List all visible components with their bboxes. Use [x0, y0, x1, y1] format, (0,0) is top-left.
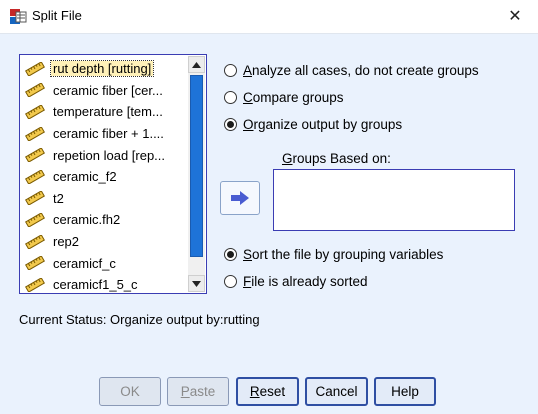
scroll-down-arrow-icon[interactable] — [188, 275, 205, 292]
variable-list-item[interactable]: rep2 — [21, 231, 187, 253]
help-button[interactable]: Help — [374, 377, 436, 406]
radio-button[interactable] — [224, 64, 237, 77]
radio-file-already-sorted[interactable]: File is already sorted — [224, 274, 368, 289]
scroll-thumb[interactable] — [190, 75, 203, 257]
variable-label: ceramic.fh2 — [53, 212, 121, 228]
radio-label: rganize output by groups — [253, 117, 403, 132]
radio-hotkey: O — [243, 117, 254, 132]
radio-button[interactable] — [224, 91, 237, 104]
variable-label: rut depth [rutting] — [49, 60, 155, 78]
variable-list-item[interactable]: ceramic fiber [cer... — [21, 80, 187, 102]
ruler-scale-icon — [25, 233, 45, 250]
variable-list[interactable]: rut depth [rutting] ceramic fiber [cer...… — [19, 54, 207, 294]
radio-button[interactable] — [224, 248, 237, 261]
ruler-scale-icon — [25, 104, 45, 120]
ok-button[interactable]: OK — [99, 377, 161, 406]
ruler-scale-icon — [25, 61, 45, 77]
radio-label: ort the file by grouping variables — [252, 247, 444, 262]
variable-label: ceramic fiber + 1.... — [53, 126, 164, 142]
variable-label: temperature [tem... — [53, 104, 163, 120]
radio-hotkey: S — [243, 247, 253, 262]
variable-label: ceramic fiber [cer... — [53, 82, 163, 98]
window-title: Split File — [32, 8, 82, 23]
groups-based-on-list[interactable] — [273, 169, 515, 231]
ruler-scale-icon — [25, 255, 45, 271]
dialog-body: rut depth [rutting] ceramic fiber [cer...… — [0, 33, 538, 414]
ruler-scale-icon — [25, 82, 45, 99]
variable-list-item[interactable]: ceramicf_c — [21, 252, 187, 274]
variable-list-item[interactable]: ceramic fiber + 1.... — [21, 123, 187, 145]
variable-label: ceramicf1_5_c — [53, 277, 138, 292]
variable-label: ceramic_f2 — [53, 169, 117, 185]
radio-label: nalyze all cases, do not create groups — [252, 63, 479, 78]
groups-based-on-label: Groups Based on: — [282, 151, 391, 166]
radio-analyze-all-cases[interactable]: Analyze all cases, do not create groups — [224, 63, 479, 78]
variable-list-items: rut depth [rutting] ceramic fiber [cer...… — [21, 58, 187, 292]
radio-hotkey: C — [243, 90, 253, 105]
radio-label: ompare groups — [252, 90, 344, 105]
variable-list-item[interactable]: temperature [tem... — [21, 101, 187, 123]
scroll-up-arrow-icon[interactable] — [188, 56, 205, 73]
groups-hotkey: G — [282, 151, 293, 166]
variable-list-scrollbar[interactable] — [188, 56, 205, 292]
variable-list-item[interactable]: ceramic.fh2 — [21, 209, 187, 231]
variable-label: rep2 — [53, 234, 80, 250]
right-arrow-icon — [231, 191, 249, 205]
cancel-button[interactable]: Cancel — [305, 377, 368, 406]
ruler-scale-icon — [25, 212, 45, 228]
paste-button[interactable]: Paste — [167, 377, 229, 406]
variable-label: ceramicf_c — [53, 255, 116, 271]
split-file-icon — [9, 8, 27, 25]
radio-hotkey: A — [243, 63, 253, 78]
variable-label: repetion load [rep... — [53, 147, 166, 163]
radio-sort-file[interactable]: Sort the file by grouping variables — [224, 247, 443, 262]
radio-button[interactable] — [224, 118, 237, 131]
variable-list-item[interactable]: t2 — [21, 188, 187, 210]
radio-organize-output[interactable]: Organize output by groups — [224, 117, 402, 132]
ruler-scale-icon — [25, 147, 45, 163]
radio-hotkey: F — [243, 274, 252, 289]
move-variable-button[interactable] — [220, 181, 260, 215]
radio-label: ile is already sorted — [251, 274, 368, 289]
ruler-scale-icon — [25, 125, 45, 142]
ruler-scale-icon — [25, 168, 45, 185]
variable-list-item[interactable]: rut depth [rutting] — [21, 58, 187, 80]
variable-list-item[interactable]: ceramicf1_5_c — [21, 274, 187, 292]
title-bar: Split File ✕ — [0, 0, 538, 33]
ruler-scale-icon — [25, 190, 45, 207]
variable-list-item[interactable]: repetion load [rep... — [21, 144, 187, 166]
radio-button[interactable] — [224, 275, 237, 288]
variable-label: t2 — [53, 190, 64, 206]
radio-compare-groups[interactable]: Compare groups — [224, 90, 344, 105]
current-status: Current Status: Organize output by:rutti… — [19, 312, 260, 327]
close-icon[interactable]: ✕ — [492, 0, 538, 32]
ruler-scale-icon — [25, 276, 45, 292]
variable-list-item[interactable]: ceramic_f2 — [21, 166, 187, 188]
reset-button[interactable]: Reset — [236, 377, 299, 406]
